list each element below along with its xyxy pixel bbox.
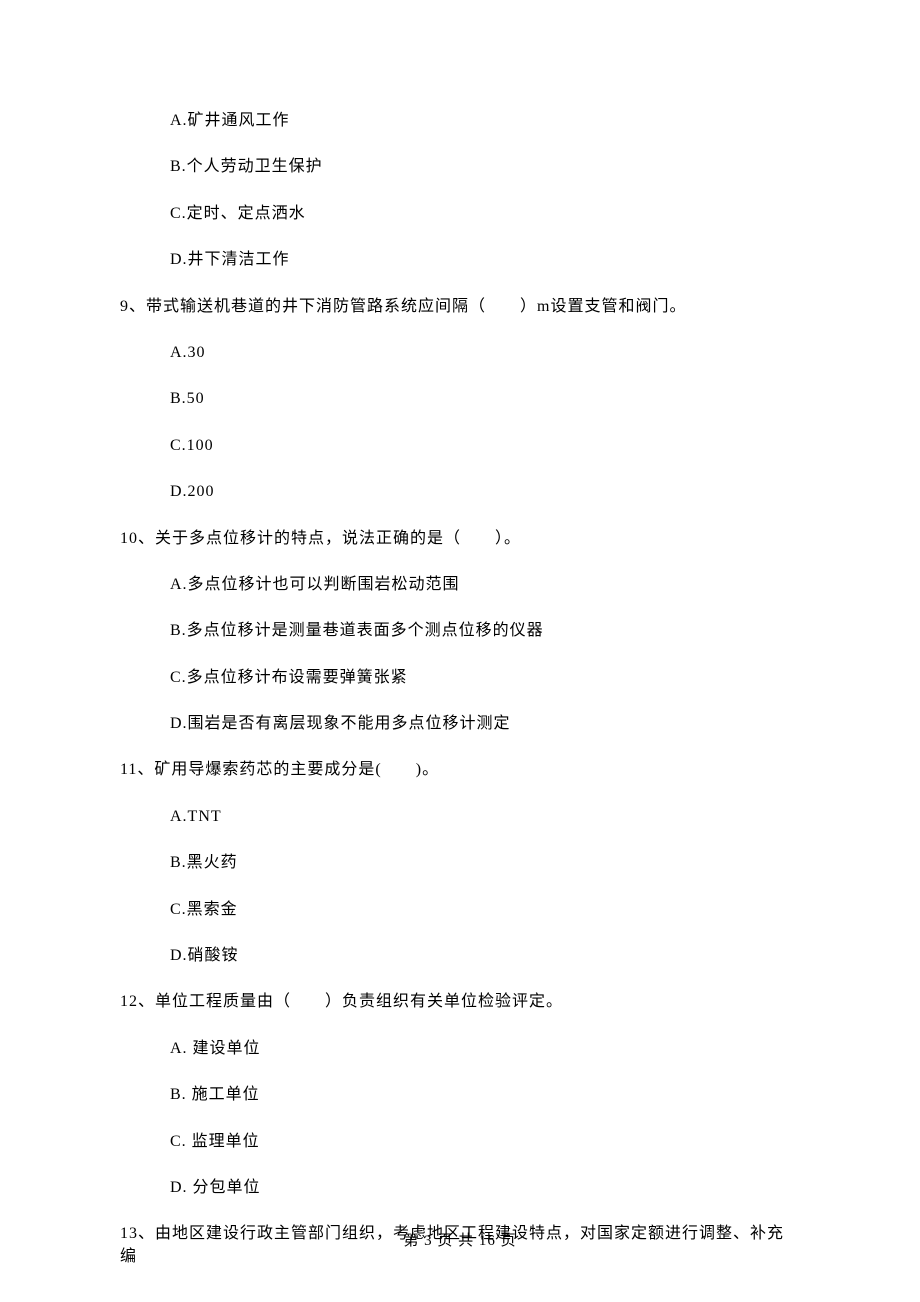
question-10-stem: 10、关于多点位移计的特点，说法正确的是（ ）。: [120, 528, 800, 550]
page-footer: 第 3 页 共 16 页: [0, 1231, 920, 1252]
question-12-stem: 12、单位工程质量由（ ）负责组织有关单位检验评定。: [120, 991, 800, 1013]
q8-option-a: A.矿井通风工作: [170, 110, 800, 132]
q8-option-b: B.个人劳动卫生保护: [170, 156, 800, 178]
q10-option-b: B.多点位移计是测量巷道表面多个测点位移的仪器: [170, 620, 800, 642]
q8-option-d: D.井下清洁工作: [170, 249, 800, 271]
q11-option-c: C.黑索金: [170, 899, 800, 921]
q9-stem-text: 9、带式输送机巷道的井下消防管路系统应间隔（ ）m设置支管和阀门。: [120, 298, 686, 315]
question-10-options: A.多点位移计也可以判断围岩松动范围 B.多点位移计是测量巷道表面多个测点位移的…: [120, 574, 800, 736]
question-11-options: A.TNT B.黑火药 C.黑索金 D.硝酸铵: [120, 806, 800, 968]
q12-option-c: C. 监理单位: [170, 1131, 800, 1153]
q10-option-a: A.多点位移计也可以判断围岩松动范围: [170, 574, 800, 596]
q11-option-a: A.TNT: [170, 806, 800, 828]
q11-option-d: D.硝酸铵: [170, 945, 800, 967]
q8-option-c: C.定时、定点洒水: [170, 203, 800, 225]
q9-option-b: B.50: [170, 388, 800, 410]
q9-option-a: A.30: [170, 342, 800, 364]
question-9-options: A.30 B.50 C.100 D.200: [120, 342, 800, 504]
q12-option-b: B. 施工单位: [170, 1084, 800, 1106]
q11-option-b: B.黑火药: [170, 852, 800, 874]
question-12-options: A. 建设单位 B. 施工单位 C. 监理单位 D. 分包单位: [120, 1038, 800, 1200]
q12-option-d: D. 分包单位: [170, 1177, 800, 1199]
q9-option-c: C.100: [170, 435, 800, 457]
question-11-stem: 11、矿用导爆索药芯的主要成分是( )。: [120, 759, 800, 781]
question-9-stem: 9、带式输送机巷道的井下消防管路系统应间隔（ ）m设置支管和阀门。: [120, 296, 800, 318]
question-8-options: A.矿井通风工作 B.个人劳动卫生保护 C.定时、定点洒水 D.井下清洁工作: [120, 110, 800, 272]
q9-option-d: D.200: [170, 481, 800, 503]
q11-stem-text: 11、矿用导爆索药芯的主要成分是( )。: [120, 761, 439, 778]
q10-option-c: C.多点位移计布设需要弹簧张紧: [170, 667, 800, 689]
q12-stem-text: 12、单位工程质量由（ ）负责组织有关单位检验评定。: [120, 993, 563, 1010]
q10-option-d: D.围岩是否有离层现象不能用多点位移计测定: [170, 713, 800, 735]
q10-stem-text: 10、关于多点位移计的特点，说法正确的是（ ）。: [120, 530, 521, 547]
q12-option-a: A. 建设单位: [170, 1038, 800, 1060]
